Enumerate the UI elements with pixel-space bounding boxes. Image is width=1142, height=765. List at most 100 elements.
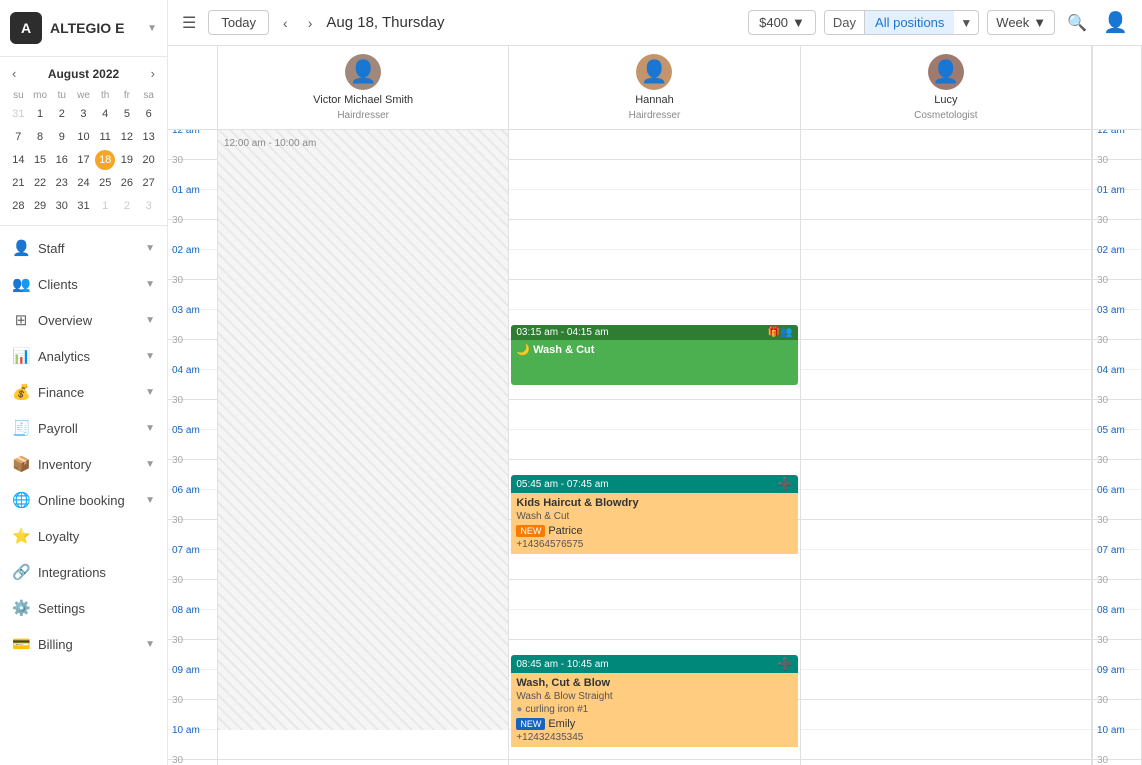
search-button[interactable]: 🔍 [1063, 9, 1091, 37]
sidebar-logo[interactable]: A ALTEGIO E ▼ [0, 0, 167, 57]
clients-chevron-icon: ▼ [145, 279, 155, 290]
price-dropdown-icon: ▼ [792, 15, 805, 30]
staff-avatar-lucy: 👤 [928, 54, 964, 90]
cal-col-victor[interactable]: 12:00 am - 10:00 am [218, 130, 509, 765]
cal-day-31[interactable]: 31 [73, 196, 93, 216]
analytics-chevron-icon: ▼ [145, 351, 155, 362]
cal-day-6[interactable]: 6 [139, 104, 159, 124]
staff-avatar-hannah: 👤 [636, 54, 672, 90]
cal-day-18[interactable]: 18 [95, 150, 115, 170]
cal-day-27[interactable]: 27 [139, 173, 159, 193]
sidebar-item-settings[interactable]: ⚙️Settings [0, 590, 167, 626]
cal-next-button[interactable]: › [147, 65, 159, 82]
cal-slot-2-20 [801, 730, 1091, 760]
online-booking-chevron-icon: ▼ [145, 495, 155, 506]
price-filter-button[interactable]: $400 ▼ [748, 10, 816, 35]
cal-day-4[interactable]: 4 [95, 104, 115, 124]
mini-calendar: ‹ August 2022 › su mo tu we th fr sa 311… [0, 57, 167, 226]
cal-day-14[interactable]: 14 [8, 150, 28, 170]
cal-day-29[interactable]: 29 [30, 196, 50, 216]
staff-chevron-icon: ▼ [145, 243, 155, 254]
next-date-button[interactable]: › [302, 11, 319, 35]
sidebar-item-finance[interactable]: 💰Finance ▼ [0, 374, 167, 410]
cal-day-22[interactable]: 22 [30, 173, 50, 193]
sidebar-item-loyalty[interactable]: ⭐Loyalty [0, 518, 167, 554]
cal-day-31[interactable]: 31 [8, 104, 28, 124]
sidebar-item-analytics[interactable]: 📊Analytics ▼ [0, 338, 167, 374]
appt-time-teal-2: 08:45 am - 10:45 am [516, 659, 608, 670]
cal-day-1[interactable]: 1 [95, 196, 115, 216]
cal-day-2[interactable]: 2 [117, 196, 137, 216]
cal-day-11[interactable]: 11 [95, 127, 115, 147]
appointment-kids-haircut[interactable]: 05:45 am - 07:45 am➕Kids Haircut & Blowd… [511, 475, 797, 595]
online-booking-label: Online booking [38, 493, 125, 508]
sidebar-item-clients[interactable]: 👥Clients ▼ [0, 266, 167, 302]
time-half-label-right-3: 30 [1097, 215, 1108, 226]
sidebar-item-inventory[interactable]: 📦Inventory ▼ [0, 446, 167, 482]
cal-day-24[interactable]: 24 [73, 173, 93, 193]
appointment-wash-cut-early[interactable]: 03:15 am - 04:15 am🎁👥🌙 Wash & Cut [511, 325, 797, 385]
user-profile-button[interactable]: 👤 [1099, 6, 1132, 39]
cal-day-10[interactable]: 10 [73, 127, 93, 147]
current-date: Aug 18, Thursday [326, 14, 740, 31]
sidebar-item-overview[interactable]: ⊞Overview ▼ [0, 302, 167, 338]
sidebar-item-integrations[interactable]: 🔗Integrations [0, 554, 167, 590]
prev-date-button[interactable]: ‹ [277, 11, 294, 35]
cal-prev-button[interactable]: ‹ [8, 65, 20, 82]
appt-client-name-2: Emily [548, 718, 575, 730]
cal-day-16[interactable]: 16 [52, 150, 72, 170]
cal-slot-2-14 [801, 550, 1091, 580]
time-label-0: 12 am [172, 130, 200, 136]
cal-day-30[interactable]: 30 [52, 196, 72, 216]
sidebar-item-billing[interactable]: 💳Billing ▼ [0, 626, 167, 662]
cal-day-3[interactable]: 3 [73, 104, 93, 124]
cal-slot-2-8 [801, 370, 1091, 400]
cal-col-hannah[interactable]: 03:15 am - 04:15 am🎁👥🌙 Wash & Cut 05:45 a… [509, 130, 800, 765]
sidebar-item-payroll[interactable]: 🧾Payroll ▼ [0, 410, 167, 446]
clients-icon: 👥 [12, 275, 30, 293]
week-view-button[interactable]: Week ▼ [987, 10, 1055, 35]
cal-slot-0-20 [218, 730, 508, 760]
appt-extra-text: curling iron #1 [525, 704, 588, 715]
cal-day-20[interactable]: 20 [139, 150, 159, 170]
cal-day-21[interactable]: 21 [8, 173, 28, 193]
view-dropdown-button[interactable]: ▼ [954, 12, 978, 34]
staff-icon: 👤 [12, 239, 30, 257]
today-button[interactable]: Today [208, 10, 269, 35]
staff-name-lucy: Lucy [934, 94, 957, 106]
cal-day-5[interactable]: 5 [117, 104, 137, 124]
cal-day-17[interactable]: 17 [73, 150, 93, 170]
cal-day-13[interactable]: 13 [139, 127, 159, 147]
appointment-wash-cut-blow[interactable]: 08:45 am - 10:45 am ➕ Wash, Cut & BlowWash… [511, 655, 797, 765]
cal-day-15[interactable]: 15 [30, 150, 50, 170]
cal-day-8[interactable]: 8 [30, 127, 50, 147]
inventory-label: Inventory [38, 457, 91, 472]
cal-day-23[interactable]: 23 [52, 173, 72, 193]
cal-day-26[interactable]: 26 [117, 173, 137, 193]
cal-slot-1-9 [509, 400, 799, 430]
staff-col-hannah: 👤 Hannah Hairdresser [509, 46, 800, 129]
cal-col-lucy[interactable] [801, 130, 1092, 765]
appt-add-icon-2[interactable]: ➕ [778, 657, 793, 671]
cal-day-7[interactable]: 7 [8, 127, 28, 147]
cal-day-3[interactable]: 3 [139, 196, 159, 216]
cal-day-25[interactable]: 25 [95, 173, 115, 193]
appt-body-teal-2: Wash, Cut & BlowWash & Blow Straight●cur… [511, 673, 797, 747]
cal-day-19[interactable]: 19 [117, 150, 137, 170]
appt-add-icon-1[interactable]: ➕ [778, 477, 793, 491]
menu-button[interactable]: ☰ [178, 9, 200, 37]
positions-view-active[interactable]: All positions [865, 11, 954, 34]
cal-day-9[interactable]: 9 [52, 127, 72, 147]
appt-body-green: 🌙 Wash & Cut [511, 340, 797, 359]
cal-slot-2-10 [801, 430, 1091, 460]
sidebar-item-online-booking[interactable]: 🌐Online booking ▼ [0, 482, 167, 518]
appt-body-teal-1: Kids Haircut & BlowdryWash & CutNEWPatri… [511, 493, 797, 554]
cal-day-28[interactable]: 28 [8, 196, 28, 216]
cal-day-1[interactable]: 1 [30, 104, 50, 124]
cal-day-2[interactable]: 2 [52, 104, 72, 124]
cal-day-12[interactable]: 12 [117, 127, 137, 147]
app-name: ALTEGIO E [50, 20, 139, 36]
staff-role-lucy: Cosmetologist [914, 110, 977, 121]
billing-chevron-icon: ▼ [145, 639, 155, 650]
sidebar-item-staff[interactable]: 👤Staff ▼ [0, 230, 167, 266]
